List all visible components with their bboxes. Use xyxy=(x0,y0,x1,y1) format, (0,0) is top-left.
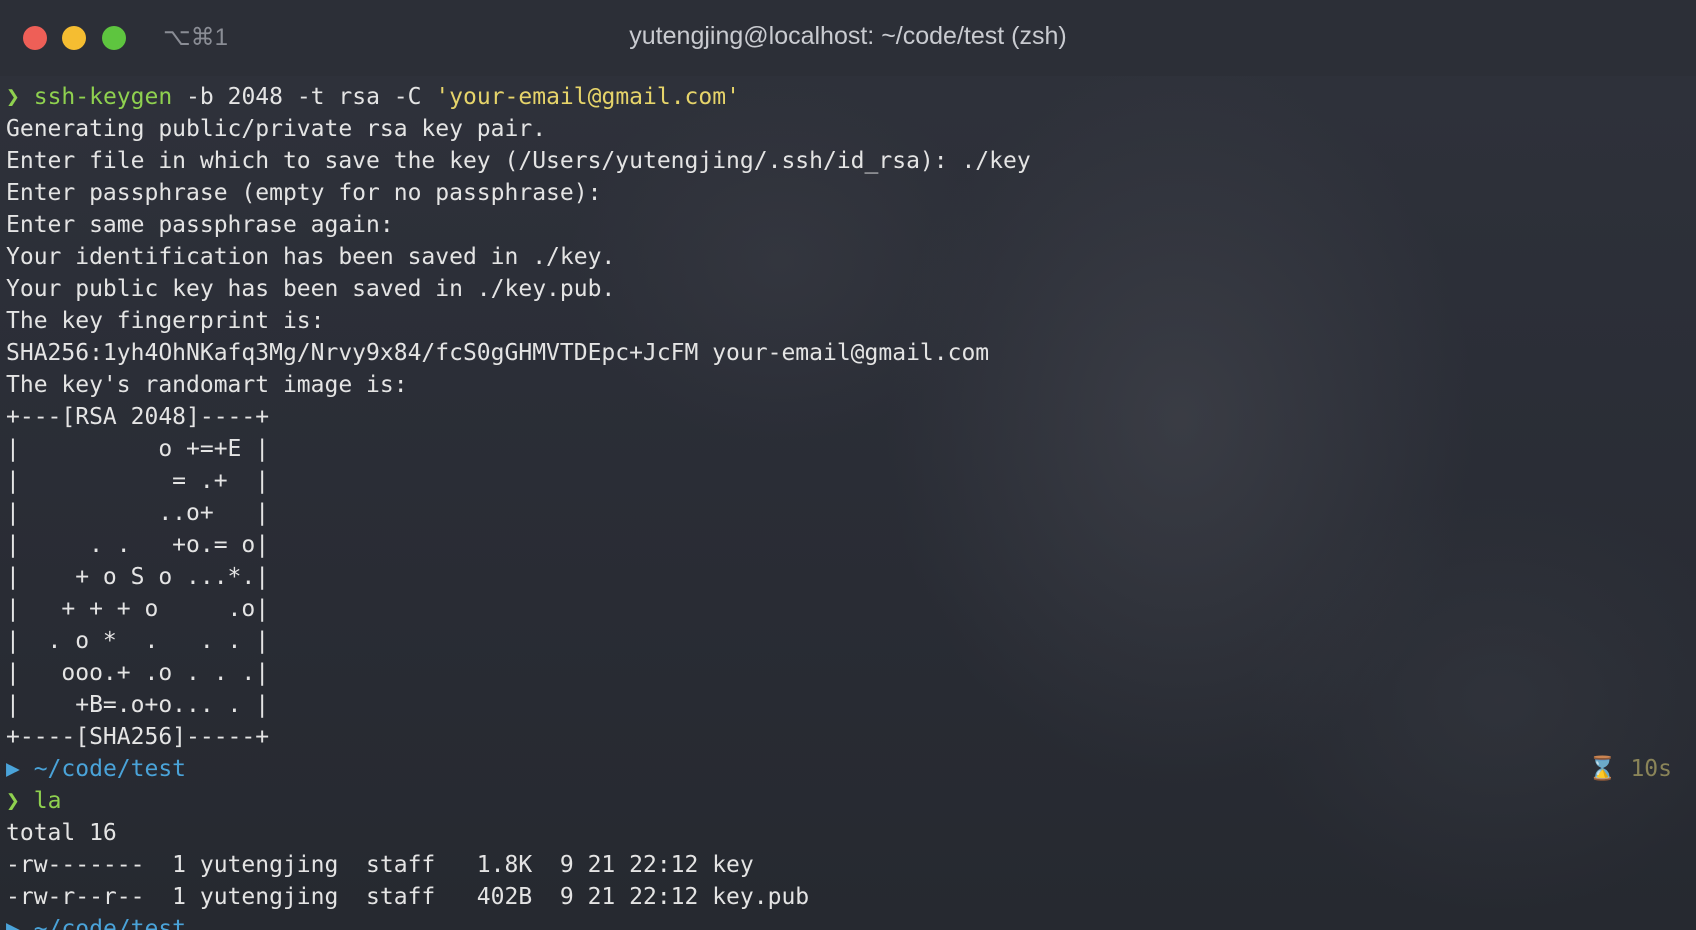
output-line: Enter passphrase (empty for no passphras… xyxy=(6,180,602,206)
output-line: Your public key has been saved in ./key.… xyxy=(6,276,616,302)
command-line-1: ❯ ssh-keygen -b 2048 -t rsa -C 'your-ema… xyxy=(6,81,1686,113)
randomart-line: | ..o+ | xyxy=(6,500,270,526)
randomart-line: | + + + o .o| xyxy=(6,596,270,622)
randomart-line: | + o S o ...*.| xyxy=(6,564,270,590)
folder-icon: ▶ xyxy=(6,756,20,782)
randomart-line: | . o * . . . | xyxy=(6,628,270,654)
randomart-line: | . . +o.= o| xyxy=(6,532,270,558)
output-line: The key's randomart image is: xyxy=(6,372,408,398)
randomart-line: +----[SHA256]-----+ xyxy=(6,724,270,750)
prompt-path: ~/code/test xyxy=(19,756,187,782)
title-bar[interactable]: ⌥⌘1 yutengjing@localhost: ~/code/test (z… xyxy=(0,0,1696,76)
terminal-window: ⌥⌘1 yutengjing@localhost: ~/code/test (z… xyxy=(0,0,1696,930)
command-line-2: ❯ la xyxy=(6,785,1686,817)
output-line: Enter file in which to save the key (/Us… xyxy=(6,148,1031,174)
output-line: Generating public/private rsa key pair. xyxy=(6,116,547,142)
output-line: SHA256:1yh4OhNKafq3Mg/Nrvy9x84/fcS0gGHMV… xyxy=(6,340,990,366)
randomart-line: +---[RSA 2048]----+ xyxy=(6,404,270,430)
command-args: -b 2048 -t rsa -C xyxy=(172,84,436,110)
command-name: ssh-keygen xyxy=(33,84,173,110)
prompt-directory-line: ▶ ~/code/test xyxy=(6,913,1686,930)
prompt-symbol: ❯ xyxy=(6,788,20,814)
output-line: total 16 xyxy=(6,820,117,846)
output-line: Enter same passphrase again: xyxy=(6,212,394,238)
prompt-path: ~/code/test xyxy=(19,916,187,930)
command-name: la xyxy=(33,788,62,814)
randomart-line: | = .+ | xyxy=(6,468,270,494)
command-duration: ⌛ 10s xyxy=(1587,756,1672,782)
randomart-line: | o +=+E | xyxy=(6,436,270,462)
command-string-arg: 'your-email@gmail.com' xyxy=(435,84,740,110)
prompt-directory-line: ▶ ~/code/test xyxy=(6,753,1686,785)
terminal-output[interactable]: ❯ ssh-keygen -b 2048 -t rsa -C 'your-ema… xyxy=(6,81,1686,930)
randomart-line: | ooo.+ .o . . .| xyxy=(6,660,270,686)
prompt-symbol: ❯ xyxy=(6,84,20,110)
folder-icon: ▶ xyxy=(6,916,20,930)
randomart-line: | +B=.o+o... . | xyxy=(6,692,270,718)
output-line: The key fingerprint is: xyxy=(6,308,325,334)
file-listing-row: -rw-r--r-- 1 yutengjing staff 402B 9 21 … xyxy=(6,884,810,910)
file-listing-row: -rw------- 1 yutengjing staff 1.8K 9 21 … xyxy=(6,852,754,878)
output-line: Your identification has been saved in ./… xyxy=(6,244,616,270)
window-title: yutengjing@localhost: ~/code/test (zsh) xyxy=(629,22,1067,50)
